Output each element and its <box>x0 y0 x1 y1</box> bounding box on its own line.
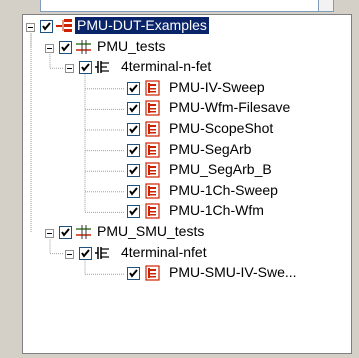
project-tree[interactable]: PMU-DUT-Examples PMU_tests 4terminal-n-fet… <box>22 14 352 354</box>
checkmark-icon <box>61 42 70 52</box>
checkmark-icon <box>129 187 138 196</box>
tree-node-label[interactable]: PMU_SMU_tests <box>95 223 206 240</box>
tree-node-label[interactable]: PMU-SMU-IV-Swe... <box>167 264 299 281</box>
tree-node-label[interactable]: PMU-1Ch-Sweep <box>167 182 280 199</box>
node-checkbox[interactable] <box>59 40 72 54</box>
tree-node-label[interactable]: PMU_SegArb_B <box>167 161 274 178</box>
project-icon <box>56 18 74 34</box>
tree-node[interactable]: PMU-SMU-IV-Swe... <box>23 264 353 282</box>
checkmark-icon <box>129 84 138 93</box>
node-checkbox[interactable] <box>79 246 92 260</box>
node-checkbox[interactable] <box>127 205 140 219</box>
collapse-toggle-icon[interactable] <box>65 249 74 259</box>
node-checkbox[interactable] <box>59 226 72 239</box>
tree-node[interactable]: PMU-SegArb <box>23 141 353 159</box>
device-icon <box>95 245 113 261</box>
collapse-toggle-icon[interactable] <box>45 229 54 238</box>
node-checkbox[interactable] <box>127 102 140 116</box>
node-checkbox[interactable] <box>127 143 140 157</box>
tree-node-label[interactable]: 4terminal-nfet <box>119 244 209 261</box>
tree-node[interactable]: PMU-1Ch-Sweep <box>23 182 353 200</box>
tree-node-label[interactable]: PMU_tests <box>95 38 167 55</box>
test-icon <box>145 183 163 199</box>
tree-node-label[interactable]: PMU-Wfm-Filesave <box>167 99 292 116</box>
tree-node-label[interactable]: PMU-SegArb <box>167 141 253 158</box>
test-icon <box>145 141 163 158</box>
device-icon <box>95 59 113 75</box>
tree-node[interactable]: PMU-1Ch-Wfm <box>23 202 353 220</box>
tree-node[interactable]: 4terminal-n-fet <box>23 58 353 76</box>
test-icon <box>145 162 163 178</box>
test-icon <box>145 121 163 137</box>
node-checkbox[interactable] <box>127 267 140 281</box>
tree-node-label[interactable]: 4terminal-n-fet <box>119 58 213 75</box>
dropdown-arrow-icon[interactable] <box>318 0 333 11</box>
checkmark-icon <box>129 269 138 278</box>
tree-node[interactable]: PMU-Wfm-Filesave <box>23 99 353 117</box>
checkmark-icon <box>129 166 138 175</box>
tree-node[interactable]: PMU-DUT-Examples <box>23 17 353 35</box>
checkmark-icon <box>129 125 138 134</box>
tree-node[interactable]: 4terminal-nfet <box>23 244 353 262</box>
tree-node-label[interactable]: PMU-DUT-Examples <box>75 17 209 34</box>
test-icon <box>145 265 163 281</box>
node-checkbox[interactable] <box>127 123 140 136</box>
tree-node[interactable]: PMU_SMU_tests <box>23 223 353 241</box>
tree-node-label[interactable]: PMU-1Ch-Wfm <box>167 202 266 219</box>
tree-node-label[interactable]: PMU-IV-Sweep <box>167 79 267 96</box>
checkmark-icon <box>129 104 138 114</box>
node-checkbox[interactable] <box>79 61 92 75</box>
subsite-icon <box>75 39 93 55</box>
test-icon <box>145 100 163 116</box>
checkmark-icon <box>129 207 138 217</box>
collapse-toggle-icon[interactable] <box>45 43 54 53</box>
collapse-toggle-icon[interactable] <box>65 64 74 74</box>
tree-node[interactable]: PMU-IV-Sweep <box>23 79 353 97</box>
node-checkbox[interactable] <box>127 81 140 95</box>
subsite-icon <box>75 224 93 240</box>
checkmark-icon <box>42 22 51 31</box>
tree-node[interactable]: PMU_SegArb_B <box>23 161 353 179</box>
node-checkbox[interactable] <box>127 184 140 198</box>
test-icon <box>145 80 163 96</box>
tree-node-label[interactable]: PMU-ScopeShot <box>167 120 275 137</box>
checkmark-icon <box>81 63 90 72</box>
node-checkbox[interactable] <box>40 20 53 33</box>
checkmark-icon <box>129 145 138 155</box>
tree-node[interactable]: PMU-ScopeShot <box>23 120 353 138</box>
checkmark-icon <box>61 228 70 237</box>
toolbar-strip <box>0 0 359 14</box>
checkmark-icon <box>81 248 90 258</box>
test-icon <box>145 203 163 219</box>
collapse-toggle-icon[interactable] <box>26 23 35 32</box>
filter-combo[interactable] <box>40 0 334 12</box>
tree-node[interactable]: PMU_tests <box>23 38 353 56</box>
node-checkbox[interactable] <box>127 164 140 178</box>
